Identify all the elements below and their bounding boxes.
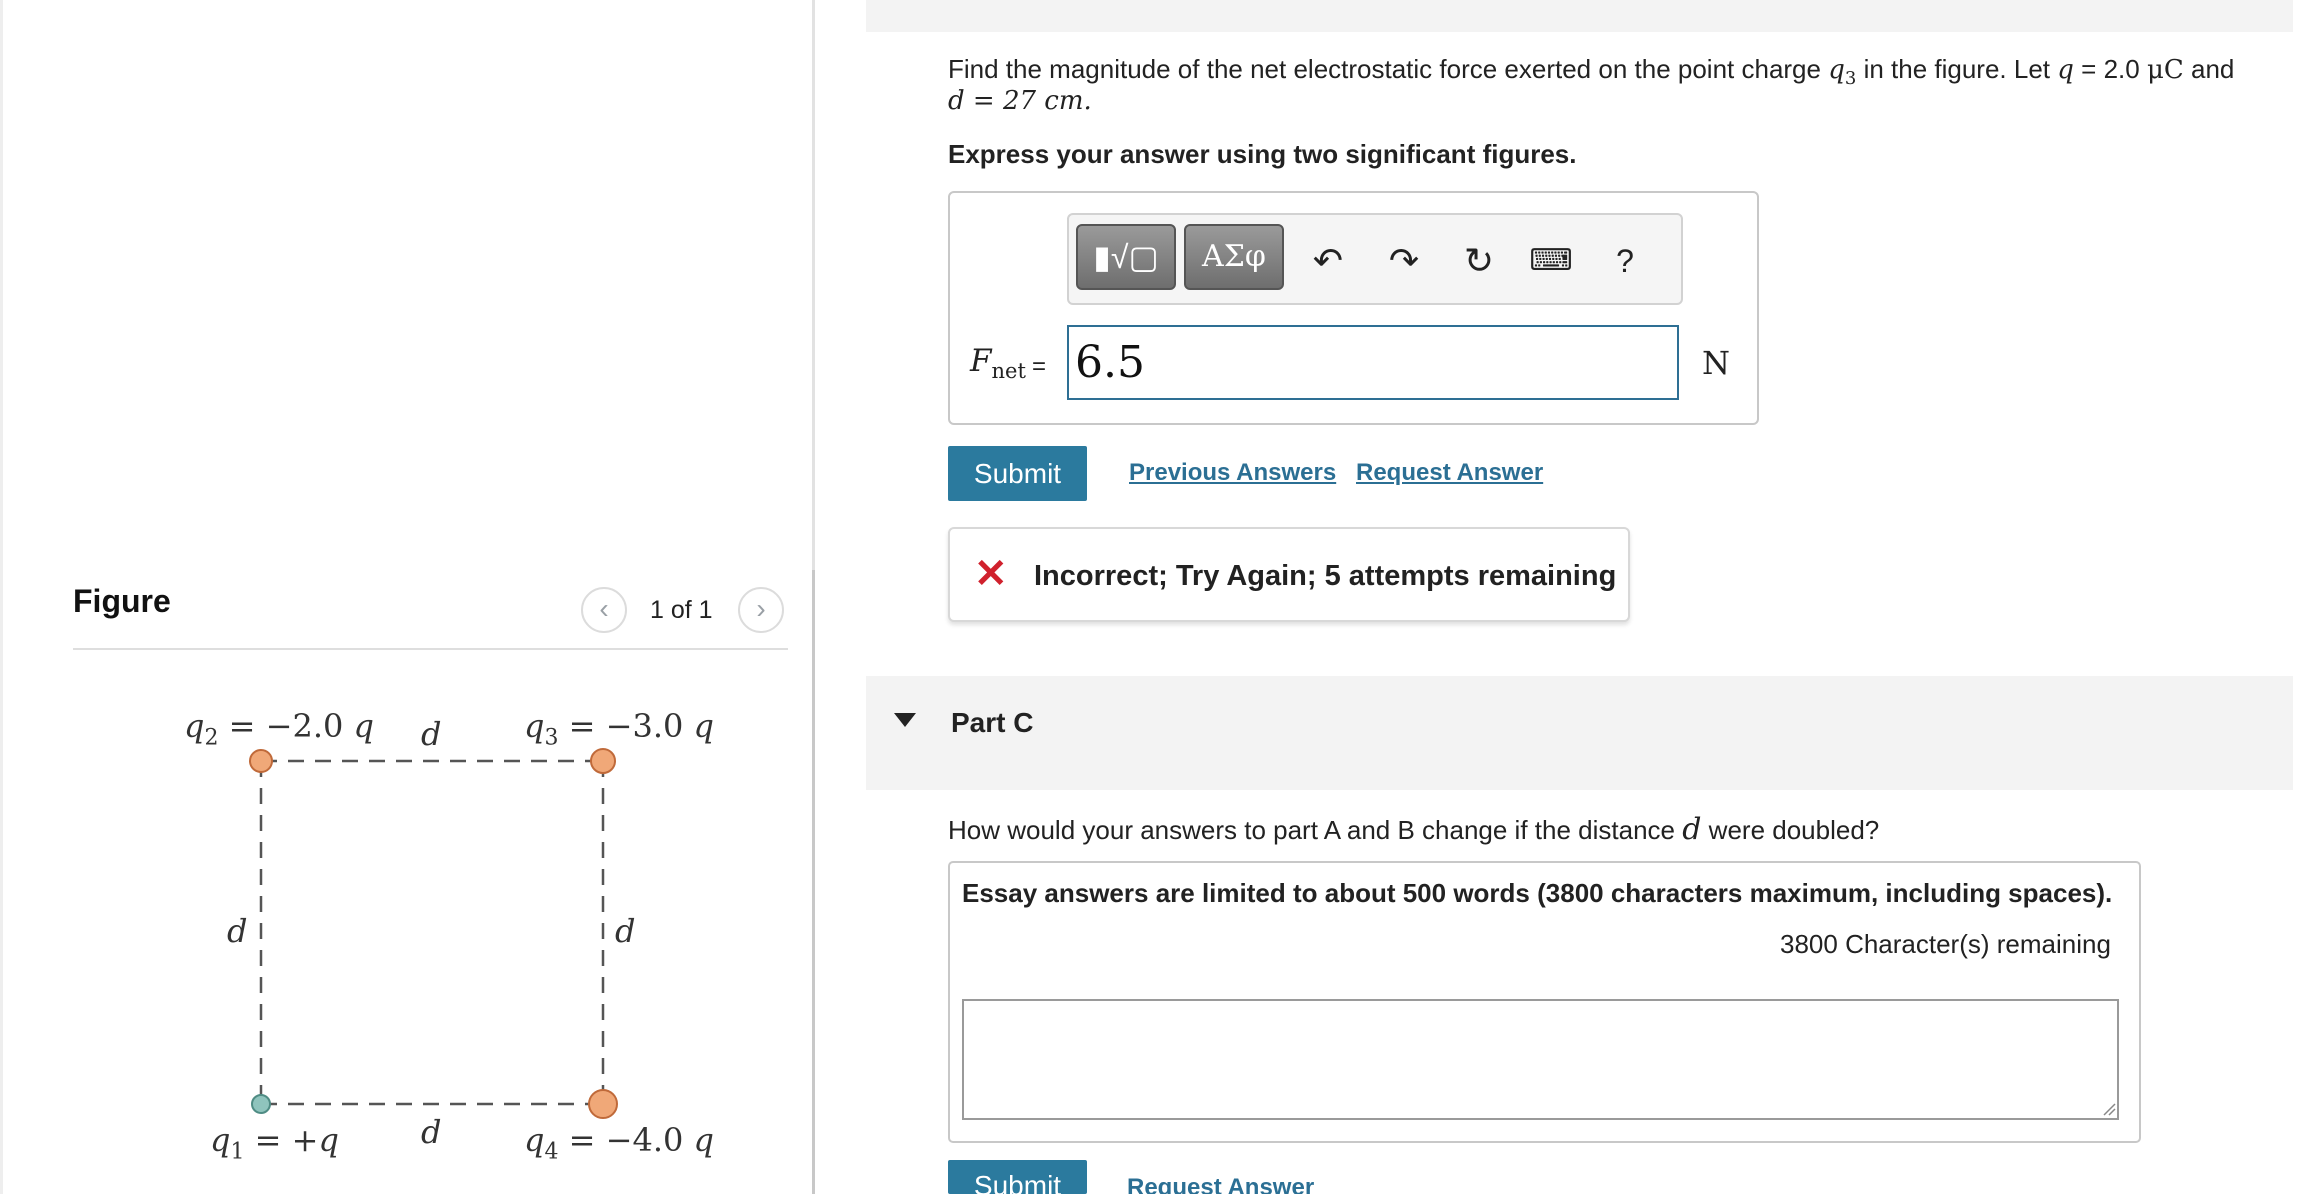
answer-equals: =	[1032, 353, 1047, 380]
charge-diagram	[249, 748, 618, 1119]
label-q4: q4 = −4.0 q	[524, 1121, 714, 1165]
answer-input[interactable]: 6.5	[1067, 325, 1679, 400]
incorrect-x-icon: ✕	[974, 552, 1008, 596]
reset-button[interactable]: ↻	[1451, 233, 1507, 289]
answer-unit: N	[1702, 344, 1730, 382]
part-c-question: How would your answers to part A and B c…	[948, 812, 1880, 847]
part-b-header-band	[866, 0, 2293, 32]
feedback-message: Incorrect; Try Again; 5 attempts remaini…	[1034, 560, 1617, 592]
template-button[interactable]: ▮√▢	[1076, 224, 1176, 290]
charge-q3	[590, 748, 616, 774]
essay-limit-note: Essay answers are limited to about 500 w…	[962, 878, 2113, 908]
instruction-text: Express your answer using two significan…	[948, 139, 1577, 169]
part-c-request-answer-link[interactable]: Request Answer	[1127, 1173, 1314, 1194]
resize-grip-icon[interactable]	[2102, 1102, 2116, 1116]
redo-button[interactable]: ↷	[1376, 233, 1432, 289]
label-d-right: d	[615, 912, 636, 950]
submit-button[interactable]: Submit	[948, 446, 1087, 501]
answer-label: Fnet	[970, 343, 1026, 384]
label-q2: q2 = −2.0 q	[184, 707, 374, 751]
keyboard-icon: ⌨	[1529, 244, 1573, 277]
label-d-bottom: d	[421, 1113, 442, 1151]
request-answer-link[interactable]: Request Answer	[1356, 459, 1543, 487]
question-text-line1: Find the magnitude of the net electrosta…	[948, 54, 2235, 90]
label-q1: q1 = +q	[210, 1121, 339, 1165]
collapse-caret-icon[interactable]	[894, 713, 916, 727]
undo-icon: ↶	[1312, 240, 1344, 281]
question-text-line2: d = 27 cm.	[948, 86, 1092, 116]
label-q3: q3 = −3.0 q	[524, 707, 714, 751]
previous-answers-link[interactable]: Previous Answers	[1129, 459, 1336, 487]
help-button[interactable]: ?	[1597, 233, 1653, 289]
figure-pane: Figure ‹ 1 of 1 › q2 = −2.0 q d q3 = −3.…	[0, 0, 812, 1194]
template-sqrt-icon: ▮√▢	[1093, 239, 1159, 275]
undo-button[interactable]: ↶	[1300, 233, 1356, 289]
pane-scrollbar[interactable]	[812, 0, 815, 1194]
keyboard-button[interactable]: ⌨	[1523, 233, 1579, 289]
label-d-top: d	[421, 715, 442, 753]
feedback-box: ✕ Incorrect; Try Again; 5 attempts remai…	[948, 527, 1630, 622]
pane-scrollbar-thumb[interactable]	[812, 570, 815, 1194]
charge-q1	[251, 1094, 271, 1114]
part-c-label: Part C	[951, 707, 1034, 738]
part-c-submit-button[interactable]: Submit	[948, 1160, 1087, 1194]
essay-char-remaining: 3800 Character(s) remaining	[1780, 929, 2111, 959]
greek-symbols-button[interactable]: ΑΣφ	[1184, 224, 1284, 290]
charge-q4	[588, 1089, 618, 1119]
redo-icon: ↷	[1388, 240, 1420, 281]
essay-textarea[interactable]	[962, 999, 2119, 1120]
charge-q2	[249, 749, 273, 773]
label-d-left: d	[227, 912, 248, 950]
part-c-header[interactable]	[866, 676, 2293, 790]
reset-icon: ↻	[1463, 240, 1495, 281]
